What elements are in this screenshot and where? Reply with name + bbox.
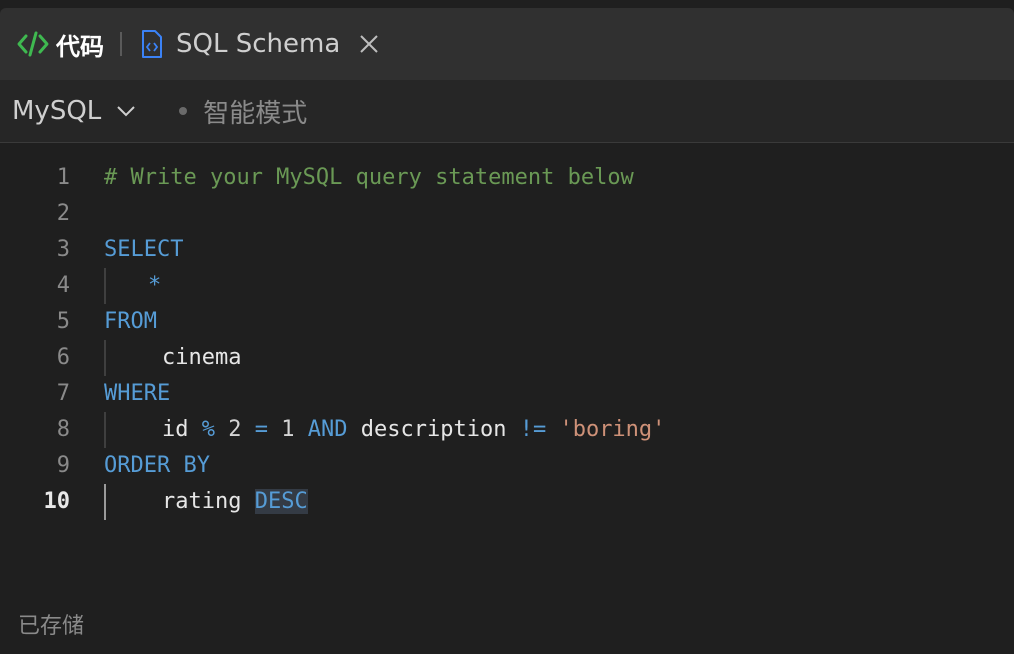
chevron-down-icon [117, 106, 135, 117]
tab-separator [120, 32, 122, 56]
tab-code-label: 代码 [56, 32, 104, 61]
line-number: 10 [43, 489, 71, 514]
keyword-token-highlighted: DESC [254, 489, 308, 514]
code-line: 1 # Write your MySQL query statement bel… [0, 160, 1014, 196]
code-line: 8 id % 2 = 1 AND description != 'boring' [0, 412, 1014, 448]
tab-bar: 代码 SQL Schema [0, 8, 1014, 80]
line-number: 9 [56, 453, 70, 478]
code-line: 6 cinema [0, 340, 1014, 376]
editor-toolbar: MySQL 智能模式 [0, 80, 1014, 143]
tab-sql-schema-label: SQL Schema [176, 29, 341, 59]
keyword-token: WHERE [104, 381, 171, 406]
operator-token: = [254, 417, 268, 442]
keyword-token: SELECT [104, 237, 184, 262]
number-token: 2 [228, 417, 242, 442]
code-line: 2 [0, 196, 1014, 232]
file-code-icon [142, 30, 162, 58]
identifier-token: cinema [162, 345, 242, 370]
line-number: 1 [56, 165, 70, 190]
keyword-token: ORDER BY [104, 453, 210, 478]
keyword-token: FROM [104, 309, 157, 334]
line-number: 8 [56, 417, 70, 442]
status-footer: 已存储 [0, 584, 1014, 654]
mode-toggle[interactable]: 智能模式 [203, 93, 307, 130]
identifier-token: id [162, 417, 189, 442]
operator-token: % [201, 417, 215, 442]
indent-guide [104, 268, 106, 304]
number-token: 1 [281, 417, 295, 442]
line-number: 7 [56, 381, 70, 406]
close-icon[interactable] [358, 33, 380, 55]
code-editor[interactable]: 1 # Write your MySQL query statement bel… [0, 144, 1014, 584]
identifier-token: rating [162, 489, 242, 514]
code-line: 4 * [0, 268, 1014, 304]
line-number: 2 [56, 201, 70, 226]
tab-sql-schema[interactable]: SQL Schema [140, 8, 380, 80]
indent-guide [104, 484, 106, 520]
comment-token: # Write your MySQL query statement below [104, 165, 634, 190]
operator-token: != [519, 417, 547, 442]
indent-guide [104, 412, 106, 448]
code-line: 9 ORDER BY [0, 448, 1014, 484]
line-number: 5 [56, 309, 70, 334]
window-top-strip [0, 0, 1014, 8]
line-number: 6 [56, 345, 70, 370]
keyword-token: AND [307, 417, 348, 442]
saved-status: 已存储 [18, 614, 85, 639]
code-icon [17, 31, 49, 57]
language-label: MySQL [12, 96, 102, 126]
operator-token: * [148, 273, 162, 298]
language-select[interactable]: MySQL [12, 96, 137, 126]
code-line: 3 SELECT [0, 232, 1014, 268]
identifier-token: description [360, 417, 507, 442]
code-line-active: 10 rating DESC [0, 484, 1014, 520]
tab-code[interactable]: 代码 [16, 8, 104, 80]
string-token: 'boring' [559, 417, 666, 442]
indent-guide [104, 340, 106, 376]
mode-dot [179, 107, 188, 115]
line-number: 4 [56, 273, 70, 298]
line-number: 3 [56, 237, 70, 262]
code-line: 5 FROM [0, 304, 1014, 340]
code-line: 7 WHERE [0, 376, 1014, 412]
